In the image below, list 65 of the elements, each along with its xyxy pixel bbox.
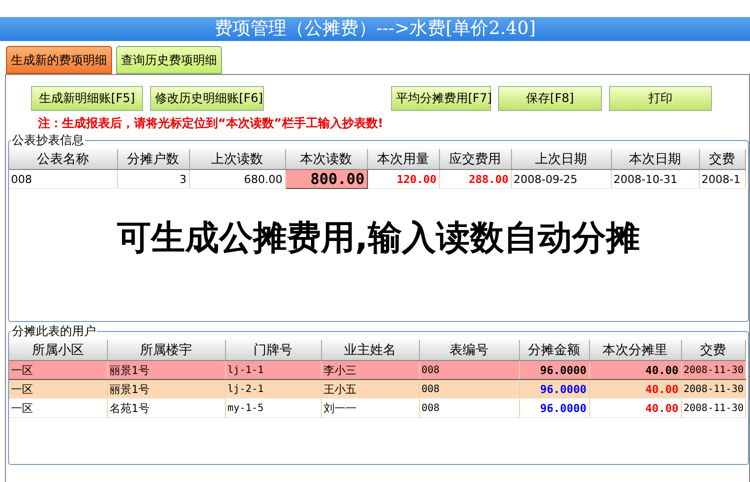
table-cell: 40.00 xyxy=(589,398,681,418)
table-cell: 2008-11-30 xyxy=(681,380,745,398)
table-cell: 288.00 xyxy=(439,170,511,188)
column-header[interactable]: 上次日期 xyxy=(511,149,611,170)
column-header[interactable]: 交费 xyxy=(699,149,745,170)
table-cell: 李小三 xyxy=(321,360,419,380)
table-cell: 2008-10-31 xyxy=(611,170,699,188)
toolbar-button[interactable]: 生成新明细账[F5] xyxy=(31,86,143,111)
table-cell: 680.00 xyxy=(189,170,285,188)
table-cell: 王小五 xyxy=(321,380,419,398)
column-header[interactable]: 门牌号 xyxy=(225,340,321,360)
column-header[interactable]: 业主姓名 xyxy=(321,340,419,360)
table-row[interactable]: 一区 丽景1号 lj-2-1 王小五 008 96.0000 40.00 2008-11-30 xyxy=(9,380,745,398)
table-cell: lj-1-1 xyxy=(225,360,321,380)
toolbar-button[interactable]: 打印 xyxy=(609,86,712,111)
table-cell: lj-2-1 xyxy=(225,380,321,398)
table-cell: 120.00 xyxy=(367,170,439,188)
table-cell: 008 xyxy=(9,170,117,188)
column-header[interactable]: 公表名称 xyxy=(9,149,117,170)
table-cell: 名苑1号 xyxy=(107,398,225,418)
table-cell: 96.0000 xyxy=(519,360,589,380)
table-cell: 一区 xyxy=(9,360,107,380)
column-header[interactable]: 分摊户数 xyxy=(117,149,189,170)
table-cell: 008 xyxy=(419,380,519,398)
column-header[interactable]: 应交费用 xyxy=(439,149,511,170)
table-cell: 丽景1号 xyxy=(107,380,225,398)
column-header[interactable]: 本次用量 xyxy=(367,149,439,170)
table-cell: 一区 xyxy=(9,398,107,418)
group-title: 公表抄表信息 xyxy=(11,132,85,149)
tab[interactable]: 生成新的费项明细 xyxy=(6,46,112,74)
reading-input[interactable]: 800.00 xyxy=(285,170,367,188)
table-cell: 刘一一 xyxy=(321,398,419,418)
column-header[interactable]: 所属楼宇 xyxy=(107,340,225,360)
table-cell: 2008-11-30 xyxy=(681,398,745,418)
column-header[interactable]: 分摊金额 xyxy=(519,340,589,360)
table-cell: 2008-09-25 xyxy=(511,170,611,188)
table-cell: 40.00 xyxy=(589,380,681,398)
note-text: 注：生成报表后，请将光标定位到“本次读数”栏手工输入抄表数! xyxy=(37,115,384,131)
toolbar-button[interactable]: 平均分摊费用[F7] xyxy=(391,86,491,111)
column-header[interactable]: 交费 xyxy=(681,340,745,360)
toolbar-button[interactable]: 保存[F8] xyxy=(498,86,602,111)
toolbar-button[interactable]: 修改历史明细账[F6] xyxy=(150,86,264,111)
tab[interactable]: 查询历史费项明细 xyxy=(116,46,222,74)
table-cell: 96.0000 xyxy=(519,398,589,418)
table-cell: 一区 xyxy=(9,380,107,398)
table-cell: 2008-11-30 xyxy=(681,360,745,380)
column-header[interactable]: 本次分摊里 xyxy=(589,340,681,360)
table-cell: 96.0000 xyxy=(519,380,589,398)
column-header[interactable]: 表编号 xyxy=(419,340,519,360)
column-header[interactable]: 所属小区 xyxy=(9,340,107,360)
table-cell: 008 xyxy=(419,398,519,418)
table-cell: 008 xyxy=(419,360,519,380)
table-cell: 3 xyxy=(117,170,189,188)
table-cell: my-1-5 xyxy=(225,398,321,418)
table-cell: 40.00 xyxy=(589,360,681,380)
table-row[interactable]: 一区 名苑1号 my-1-5 刘一一 008 96.0000 40.00 2008-11-30 xyxy=(9,398,745,418)
table-cell: 2008-1 xyxy=(699,170,745,188)
window-title: 费项管理（公摊费）--->水费[单价2.40] xyxy=(0,17,750,41)
column-header[interactable]: 本次日期 xyxy=(611,149,699,170)
column-header[interactable]: 本次读数 xyxy=(285,149,367,170)
group-title: 分摊此表的用户 xyxy=(11,323,97,340)
table-row[interactable]: 一区 丽景1号 lj-1-1 李小三 008 96.0000 40.00 2008-11-30 xyxy=(9,360,745,380)
table-cell: 丽景1号 xyxy=(107,360,225,380)
column-header[interactable]: 上次读数 xyxy=(189,149,285,170)
annotation-text: 可生成公摊费用,输入读数自动分摊 xyxy=(116,217,641,260)
